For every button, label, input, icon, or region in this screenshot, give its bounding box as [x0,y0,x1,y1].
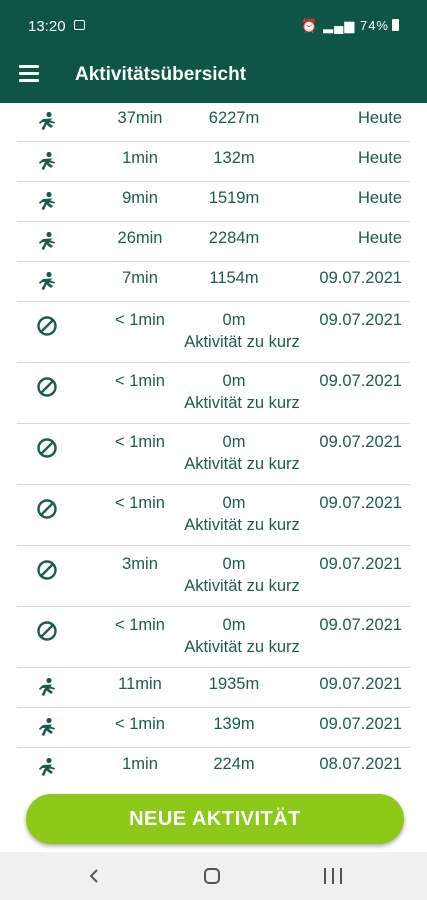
activity-distance: 224m [213,755,255,773]
running-icon [36,271,58,293]
activity-distance: 1935m [208,675,260,693]
activity-distance: 0m [222,372,246,390]
running-icon [36,757,58,779]
battery-level: 74% [359,18,389,33]
lock-icon [74,20,85,30]
activity-distance: 0m [222,433,246,451]
activity-date: 09.07.2021 [319,675,402,693]
list-item[interactable]: 37min 6227m Heute [17,103,410,142]
activity-date: 09.07.2021 [319,269,402,287]
activity-distance: 1519m [208,189,260,207]
list-item[interactable]: < 1min 0m 09.07.2021 Aktivität zu kurz [17,425,410,485]
running-icon [36,191,58,213]
new-activity-label: NEUE AKTIVITÄT [129,807,301,830]
battery-icon [392,19,399,31]
activity-date: 09.07.2021 [319,715,402,733]
running-icon [36,111,58,133]
list-item[interactable]: < 1min 0m 09.07.2021 Aktivität zu kurz [17,364,410,424]
page-title: Aktivitätsübersicht [75,64,247,85]
activity-distance: 2284m [208,229,260,247]
activity-distance: 0m [222,311,246,329]
list-item[interactable]: 3min 0m 09.07.2021 Aktivität zu kurz [17,547,410,607]
prohibited-icon [36,620,58,642]
prohibited-icon [36,437,58,459]
activity-date: Heute [357,109,402,127]
activity-list[interactable]: 37min 6227m Heute 1min 132m Heute 9min 1519m Heu… [0,103,427,780]
list-item[interactable]: < 1min 0m 09.07.2021 Aktivität zu kurz [17,608,410,668]
running-icon [36,717,58,739]
menu-icon[interactable] [19,65,39,82]
list-item[interactable]: 11min 1935m 09.07.2021 [17,669,410,708]
home-icon[interactable] [204,868,220,884]
activity-date: Heute [357,189,402,207]
back-icon[interactable] [86,868,102,884]
system-nav-bar [0,852,427,900]
prohibited-icon [36,376,58,398]
activity-date: 09.07.2021 [319,311,402,329]
status-time: 13:20 [28,18,66,35]
app-bar: Aktivitätsübersicht [0,50,427,103]
activity-note: Aktivität zu kurz [184,455,300,473]
activity-note: Aktivität zu kurz [184,516,300,534]
prohibited-icon [36,559,58,581]
status-bar: 13:20 ⏰ ▂▄▆ 74% [0,0,427,50]
new-activity-button[interactable]: NEUE AKTIVITÄT [26,794,404,844]
list-item[interactable]: 26min 2284m Heute [17,223,410,262]
activity-date: 09.07.2021 [319,555,402,573]
activity-note: Aktivität zu kurz [184,577,300,595]
list-item[interactable]: 9min 1519m Heute [17,183,410,222]
activity-distance: 139m [213,715,255,733]
activity-distance: 6227m [208,109,260,127]
recent-apps-icon[interactable] [324,868,342,884]
activity-date: 09.07.2021 [319,372,402,390]
activity-note: Aktivität zu kurz [184,394,300,412]
activity-date: 09.07.2021 [319,433,402,451]
activity-date: Heute [357,229,402,247]
activity-note: Aktivität zu kurz [184,333,300,351]
activity-note: Aktivität zu kurz [184,638,300,656]
activity-distance: 1154m [209,269,259,287]
running-icon [36,231,58,253]
signal-icon: ▂▄▆ [323,18,356,33]
status-icons: ⏰ ▂▄▆ 74% [301,18,399,34]
activity-distance: 0m [222,555,246,573]
list-item[interactable]: 1min 224m 08.07.2021 [17,749,410,780]
activity-date: 09.07.2021 [319,494,402,512]
list-item[interactable]: 1min 132m Heute [17,143,410,182]
activity-distance: 0m [222,616,246,634]
activity-date: 09.07.2021 [319,616,402,634]
running-icon [36,677,58,699]
list-item[interactable]: < 1min 0m 09.07.2021 Aktivität zu kurz [17,486,410,546]
running-icon [36,151,58,173]
list-item[interactable]: < 1min 139m 09.07.2021 [17,709,410,748]
alarm-icon: ⏰ [301,18,319,33]
activity-distance: 132m [213,149,255,167]
list-item[interactable]: < 1min 0m 09.07.2021 Aktivität zu kurz [17,303,410,363]
prohibited-icon [36,315,58,337]
activity-date: 08.07.2021 [319,755,402,773]
activity-distance: 0m [222,494,246,512]
activity-date: Heute [357,149,402,167]
prohibited-icon [36,498,58,520]
list-item[interactable]: 7min 1154m 09.07.2021 [17,263,410,302]
